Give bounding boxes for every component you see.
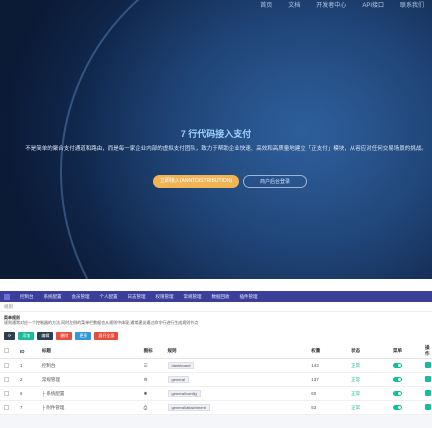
cogs-icon: ⚙ [142, 372, 167, 387]
edit-action-icon[interactable] [425, 404, 431, 410]
row-rule: general/config [167, 390, 201, 397]
nav-link-home[interactable]: 首页 [260, 0, 272, 9]
menu-item[interactable]: 插件管理 [240, 294, 258, 300]
rules-table: ID 标题 图标 规则 权重 状态 菜单 操作 1 控制台 ☰ dashboar… [0, 344, 432, 415]
table-header-row: ID 标题 图标 规则 权重 状态 菜单 操作 [0, 344, 432, 359]
panel-header: 菜单规则 规则通常对应一个控制器的方法,同时左侧的菜单栏数据也从规则中体现,通常… [0, 312, 432, 328]
menu-toggle[interactable] [393, 376, 402, 382]
delete-button[interactable]: 删除 [56, 332, 73, 340]
edit-button[interactable]: 编辑 [37, 332, 54, 340]
row-title: 常规管理 [40, 372, 143, 387]
menu-item[interactable]: 系统配置 [44, 294, 62, 300]
attachment-icon: ⎙ [142, 400, 167, 415]
row-weight: 137 [310, 372, 351, 387]
edit-action-icon[interactable] [425, 376, 431, 382]
home-icon[interactable] [4, 293, 10, 300]
more-button[interactable]: 更多 [75, 332, 92, 340]
col-actions: 操作 [424, 344, 432, 359]
row-status: 正常 [350, 386, 392, 401]
nav-link-api[interactable]: API接口 [362, 0, 384, 9]
menu-item[interactable]: 控制台 [20, 294, 34, 300]
landing-hero: 首页 文档 开发者中心 API接口 联系我们 7 行代码接入支付 不是简单的聚合… [0, 0, 432, 279]
row-checkbox[interactable] [4, 376, 9, 382]
dashboard-icon: ☰ [142, 358, 167, 373]
row-id: 7 [18, 400, 41, 415]
nav-link-docs[interactable]: 文档 [288, 0, 300, 9]
row-rule: general [167, 376, 189, 383]
row-rule: general/attachment [167, 404, 210, 411]
row-status: 正常 [350, 400, 392, 415]
table-row: 6 ├ 系统配置 ✱ general/config 60 正常 [0, 386, 432, 401]
menu-item[interactable]: 权限管理 [156, 294, 174, 300]
menu-toggle[interactable] [393, 404, 402, 410]
refresh-icon[interactable]: ⟳ [4, 332, 16, 340]
panel-description: 规则通常对应一个控制器的方法,同时左侧的菜单栏数据也从规则中体现,通常建议通过命… [4, 320, 199, 325]
edit-action-icon[interactable] [425, 390, 431, 396]
table-row: 7 ├ 附件管理 ⎙ general/attachment 53 正常 [0, 400, 432, 415]
row-weight: 60 [310, 386, 351, 401]
col-icon: 图标 [142, 344, 167, 359]
add-button[interactable]: 添加 [18, 332, 35, 340]
menu-item[interactable]: 数据回收 [212, 294, 230, 300]
table-row: 1 控制台 ☰ dashboard 143 正常 [0, 358, 432, 373]
menu-item[interactable]: 日志管理 [128, 294, 146, 300]
row-title: ├ 系统配置 [40, 386, 143, 401]
expand-all-button[interactable]: 展开全部 [94, 332, 119, 340]
nav-link-dev[interactable]: 开发者中心 [316, 0, 346, 9]
row-status: 正常 [350, 358, 392, 373]
hero-description: 不是简单的聚合支付通道和路由，而是每一家企业内部的虚拟支付团队，致力于帮助企业快… [25, 146, 427, 152]
admin-menubar: 控制台 系统配置 会员管理 个人配置 日志管理 权限管理 常规管理 数据回收 插… [0, 291, 432, 302]
select-all-checkbox[interactable] [4, 348, 9, 353]
row-weight: 143 [310, 358, 351, 373]
breadcrumb: 规则 [0, 302, 432, 312]
hero-title: 7 行代码接入支付 [180, 129, 252, 139]
admin-screenshot: 控制台 系统配置 会员管理 个人配置 日志管理 权限管理 常规管理 数据回收 插… [0, 291, 432, 428]
row-checkbox[interactable] [4, 362, 9, 368]
row-title: 控制台 [40, 358, 143, 373]
table-row: 2 常规管理 ⚙ general 137 正常 [0, 372, 432, 387]
nav-link-contact[interactable]: 联系我们 [400, 0, 424, 9]
row-id: 2 [18, 372, 41, 387]
menu-item[interactable]: 常规管理 [184, 294, 202, 300]
row-id: 1 [18, 358, 41, 373]
row-checkbox[interactable] [4, 390, 9, 396]
menu-toggle[interactable] [393, 362, 402, 368]
table-toolbar: ⟳ 添加 编辑 删除 更多 展开全部 [0, 328, 432, 344]
row-id: 6 [18, 386, 41, 401]
col-status: 状态 [350, 344, 392, 359]
row-status: 正常 [350, 372, 392, 387]
col-menu: 菜单 [392, 344, 424, 359]
col-rule: 规则 [166, 344, 311, 359]
edit-action-icon[interactable] [425, 362, 431, 368]
col-id: ID [18, 344, 41, 359]
top-navigation: 首页 文档 开发者中心 API接口 联系我们 [260, 0, 424, 9]
merchant-login-button[interactable]: 商户后台登录 [243, 175, 307, 188]
gear-icon: ✱ [142, 386, 167, 401]
menu-item[interactable]: 会员管理 [72, 294, 90, 300]
row-rule: dashboard [167, 362, 195, 369]
menu-item[interactable]: 个人配置 [100, 294, 118, 300]
menu-toggle[interactable] [393, 390, 402, 396]
integrate-button[interactable]: 立即接入(ANNTDISTRIBUTION) [153, 175, 239, 188]
col-weight: 权重 [310, 344, 351, 359]
row-checkbox[interactable] [4, 404, 9, 410]
row-title: ├ 附件管理 [40, 400, 143, 415]
row-weight: 53 [310, 400, 351, 415]
col-title: 标题 [40, 344, 143, 359]
